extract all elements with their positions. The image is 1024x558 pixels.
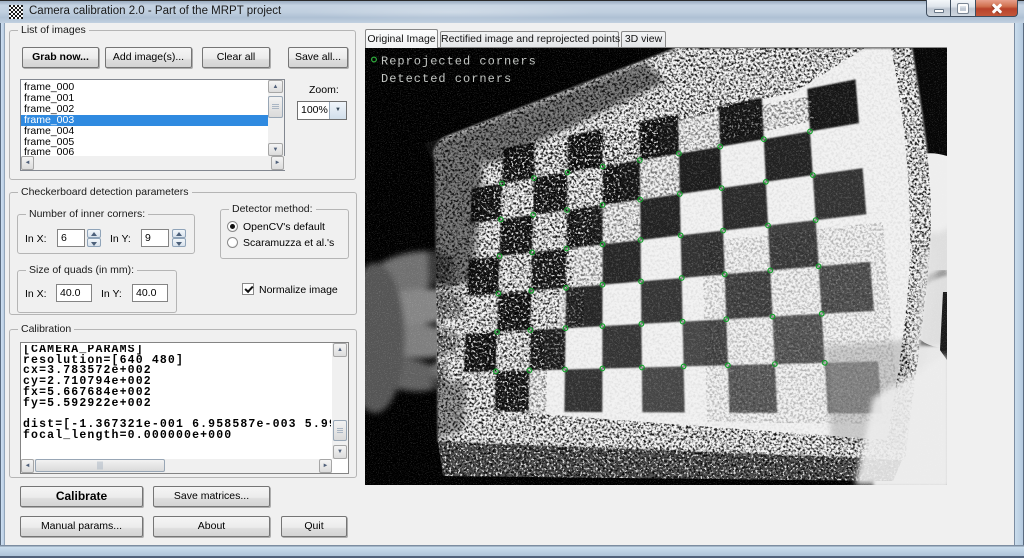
svg-text:Detected corners: Detected corners — [381, 72, 512, 86]
svg-text:Reprojected corners: Reprojected corners — [381, 55, 537, 69]
